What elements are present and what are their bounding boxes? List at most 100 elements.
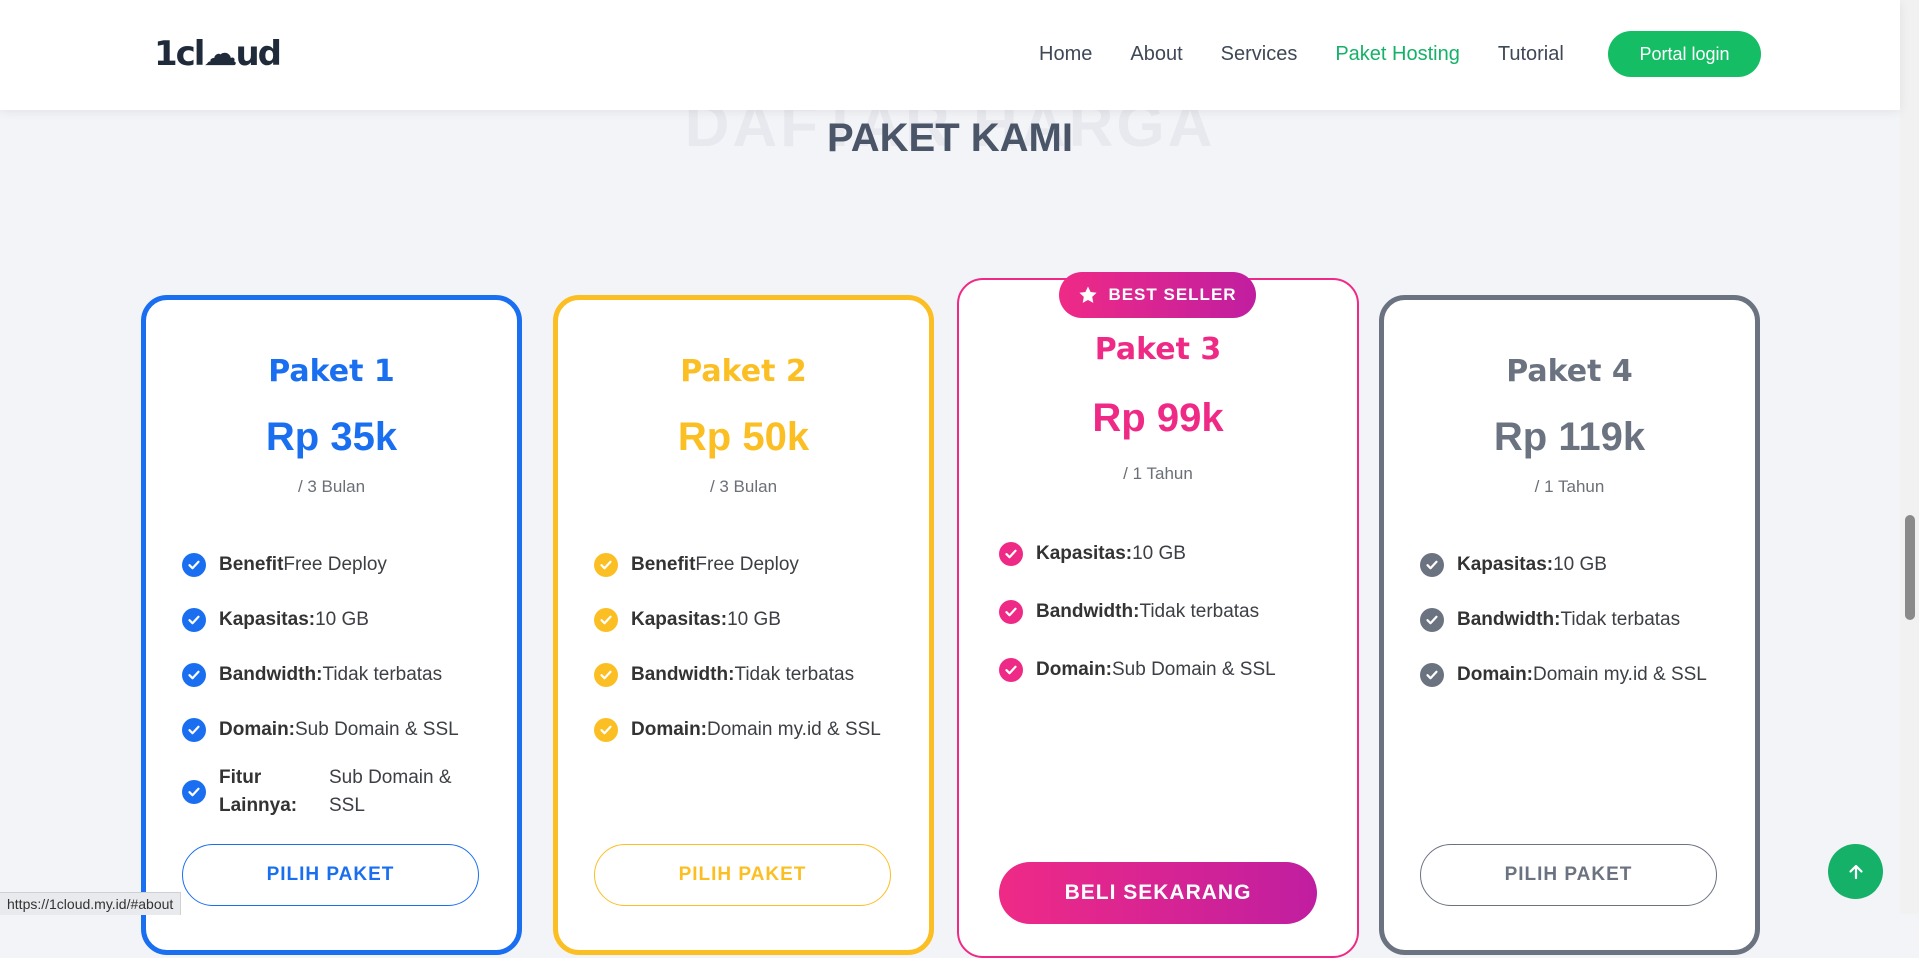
check-circle-icon <box>1420 552 1444 577</box>
feature-label: Kapasitas: <box>631 608 728 630</box>
feature-value: Free Deploy <box>695 553 799 575</box>
page-scrollbar[interactable] <box>1900 0 1919 914</box>
check-circle-icon <box>999 658 1023 682</box>
nav-services[interactable]: Services <box>1221 40 1298 68</box>
plan-period: / 1 Tahun <box>1534 477 1605 496</box>
feature-list: Kapasitas: 10 GB Bandwidth: Tidak terbatas… <box>1420 537 1735 702</box>
feature-list: Benefit Free Deploy Kapasitas: 10 GB Bandw… <box>182 537 497 827</box>
feature-item: Bandwidth: Tidak terbatas <box>999 583 1337 641</box>
check-circle-icon <box>1420 662 1444 687</box>
plan-card-3: BEST SELLER Paket 3 Rp 99k / 1 Tahun Kap… <box>957 272 1359 958</box>
check-circle-icon <box>182 717 206 742</box>
feature-label: Bandwidth: <box>1457 608 1561 630</box>
plan-price: Rp 50k <box>677 415 810 459</box>
feature-value: Free Deploy <box>283 553 387 575</box>
check-circle-icon <box>594 662 618 687</box>
plan-name: Paket 4 <box>1506 354 1633 389</box>
feature-label: Domain: <box>1457 663 1533 685</box>
feature-value: Tidak terbatas <box>322 663 443 685</box>
plan-period: / 1 Tahun <box>1123 464 1193 483</box>
feature-label: Benefit <box>631 553 696 575</box>
nav-tutorial[interactable]: Tutorial <box>1498 40 1564 68</box>
feature-item: Bandwidth: Tidak terbatas <box>594 647 909 702</box>
feature-value: 10 GB <box>727 608 781 630</box>
check-circle-icon <box>999 542 1023 566</box>
navbar: 1cl☁ud Home About Services Paket Hosting… <box>0 0 1900 110</box>
feature-value: Tidak terbatas <box>1560 608 1681 630</box>
plan-price: Rp 99k <box>1092 396 1224 440</box>
feature-label: Domain: <box>219 718 295 740</box>
check-circle-icon <box>182 662 206 687</box>
back-to-top-button[interactable] <box>1828 844 1883 899</box>
arrow-up-icon <box>1848 864 1863 879</box>
check-circle-icon <box>594 552 618 577</box>
feature-label: Domain: <box>631 718 707 740</box>
feature-item: Benefit Free Deploy <box>182 537 497 592</box>
scrollbar-thumb[interactable] <box>1905 515 1915 620</box>
choose-plan-button[interactable]: PILIH PAKET <box>1420 844 1717 906</box>
feature-value: Domain my.id & SSL <box>1533 663 1707 685</box>
check-circle-icon <box>182 607 206 632</box>
main-nav: Home About Services Paket Hosting Tutori… <box>1039 40 1602 68</box>
plan-name: Paket 3 <box>1094 332 1222 367</box>
feature-item: Kapasitas: 10 GB <box>999 525 1337 583</box>
plan-card-2: Paket 2 Rp 50k / 3 Bulan Benefit Free Dep… <box>553 295 934 955</box>
check-circle-icon <box>594 607 618 632</box>
feature-value: Sub Domain & SSL <box>1112 659 1276 680</box>
check-circle-icon <box>182 552 206 577</box>
nav-about[interactable]: About <box>1130 40 1182 68</box>
feature-label: Domain: <box>1036 659 1112 680</box>
feature-value: Sub Domain & SSL <box>329 767 452 816</box>
feature-label: Bandwidth: <box>219 663 323 685</box>
feature-item: Bandwidth: Tidak terbatas <box>182 647 497 702</box>
feature-label: Kapasitas: <box>1036 543 1133 564</box>
plan-card-1: Paket 1 Rp 35k / 3 Bulan Benefit Free Dep… <box>141 295 522 955</box>
feature-item: Domain: Domain my.id & SSL <box>594 702 909 757</box>
check-circle-icon <box>1420 607 1444 632</box>
portal-login-button[interactable]: Portal login <box>1608 31 1761 77</box>
plan-period: / 3 Bulan <box>709 477 778 496</box>
feature-value: 10 GB <box>1553 553 1607 575</box>
feature-value: Tidak terbatas <box>734 663 855 685</box>
feature-list: Kapasitas: 10 GB Bandwidth: Tidak terbatas… <box>999 525 1337 699</box>
plan-card-4: Paket 4 Rp 119k / 1 Tahun Kapasitas: 10 G… <box>1379 295 1760 955</box>
feature-label: Bandwidth: <box>631 663 735 685</box>
choose-plan-button[interactable]: PILIH PAKET <box>182 844 479 906</box>
feature-item: Kapasitas: 10 GB <box>594 592 909 647</box>
badge-label: BEST SELLER <box>1108 285 1237 304</box>
feature-item: Domain: Domain my.id & SSL <box>1420 647 1735 702</box>
section-title: PAKET KAMI <box>827 116 1073 160</box>
link-status-bar: https://1cloud.my.id/#about <box>0 892 182 915</box>
feature-item: Benefit Free Deploy <box>594 537 909 592</box>
feature-value: Tidak terbatas <box>1139 601 1260 622</box>
feature-label: Kapasitas: <box>219 608 316 630</box>
feature-value: Domain my.id & SSL <box>707 718 881 740</box>
feature-label: Kapasitas: <box>1457 553 1554 575</box>
feature-item: Domain: Sub Domain & SSL <box>999 641 1337 699</box>
best-seller-badge: BEST SELLER <box>1059 272 1256 318</box>
feature-item: Kapasitas: 10 GB <box>182 592 497 647</box>
plan-price: Rp 119k <box>1493 415 1646 459</box>
check-circle-icon <box>182 780 206 804</box>
feature-item: Domain: Sub Domain & SSL <box>182 702 497 757</box>
feature-value: Sub Domain & SSL <box>295 718 459 740</box>
feature-item: Bandwidth: Tidak terbatas <box>1420 592 1735 647</box>
feature-item: Kapasitas: 10 GB <box>1420 537 1735 592</box>
plan-name: Paket 1 <box>268 354 395 389</box>
feature-value: 10 GB <box>1132 543 1186 564</box>
nav-paket-hosting[interactable]: Paket Hosting <box>1335 40 1460 68</box>
logo[interactable]: 1cl☁ud <box>154 34 282 74</box>
choose-plan-button[interactable]: PILIH PAKET <box>594 844 891 906</box>
feature-list: Benefit Free Deploy Kapasitas: 10 GB Bandw… <box>594 537 909 757</box>
plan-period: / 3 Bulan <box>297 477 366 496</box>
plan-price: Rp 35k <box>265 415 398 459</box>
feature-label: Benefit <box>219 553 284 575</box>
feature-value: 10 GB <box>315 608 369 630</box>
check-circle-icon <box>999 600 1023 624</box>
nav-home[interactable]: Home <box>1039 40 1092 68</box>
feature-label: Fitur Lainnya: <box>219 767 298 816</box>
feature-label: Bandwidth: <box>1036 601 1140 622</box>
plan-name: Paket 2 <box>680 354 807 389</box>
buy-now-button[interactable]: BELI SEKARANG <box>999 862 1317 924</box>
check-circle-icon <box>594 717 618 742</box>
